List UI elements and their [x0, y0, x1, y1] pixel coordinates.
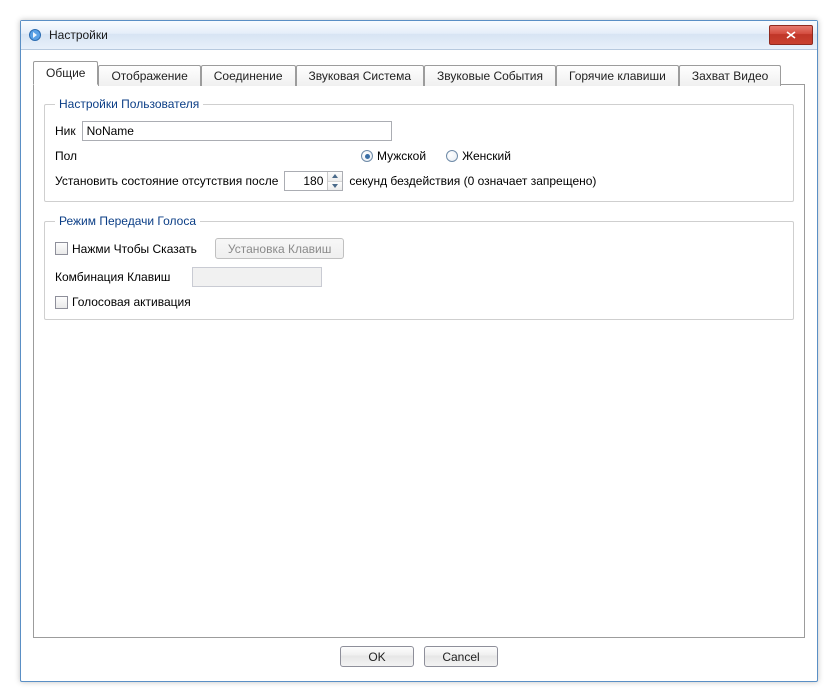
- tab-connection[interactable]: Соединение: [201, 65, 296, 86]
- tab-sound-system[interactable]: Звуковая Система: [296, 65, 425, 86]
- window-title: Настройки: [49, 28, 769, 42]
- checkbox-indicator-icon: [55, 296, 68, 309]
- nick-input[interactable]: [82, 121, 392, 141]
- app-icon: [27, 27, 43, 43]
- group-title: Настройки Пользователя: [55, 97, 203, 111]
- tab-label: Звуковая Система: [309, 69, 412, 83]
- gender-female-radio[interactable]: Женский: [446, 149, 511, 163]
- close-button[interactable]: [769, 25, 813, 45]
- tab-label: Соединение: [214, 69, 283, 83]
- key-combo-display: [192, 267, 322, 287]
- client-area: Общие Отображение Соединение Звуковая Си…: [21, 50, 817, 681]
- tab-label: Горячие клавиши: [569, 69, 666, 83]
- tab-label: Общие: [46, 66, 85, 80]
- cancel-button[interactable]: Cancel: [424, 646, 498, 667]
- checkbox-label: Нажми Чтобы Сказать: [72, 242, 197, 256]
- tab-general[interactable]: Общие: [33, 61, 98, 85]
- checkbox-label: Голосовая активация: [72, 295, 191, 309]
- dialog-footer: OK Cancel: [33, 638, 805, 671]
- tab-label: Отображение: [111, 69, 187, 83]
- tab-sound-events[interactable]: Звуковые События: [424, 65, 556, 86]
- nick-label: Ник: [55, 124, 76, 138]
- tabstrip: Общие Отображение Соединение Звуковая Си…: [33, 60, 805, 84]
- radio-label: Мужской: [377, 149, 426, 163]
- tab-label: Звуковые События: [437, 69, 543, 83]
- voice-activation-checkbox[interactable]: Голосовая активация: [55, 295, 191, 309]
- group-user-settings: Настройки Пользователя Ник Пол Мужской Ж…: [44, 97, 794, 202]
- away-seconds-spinner[interactable]: [284, 171, 343, 191]
- checkbox-indicator-icon: [55, 242, 68, 255]
- away-seconds-input[interactable]: [285, 172, 327, 190]
- radio-indicator-icon: [446, 150, 458, 162]
- titlebar: Настройки: [21, 21, 817, 50]
- tab-page-general: Настройки Пользователя Ник Пол Мужской Ж…: [33, 84, 805, 638]
- setup-keys-button[interactable]: Установка Клавиш: [215, 238, 344, 259]
- group-title: Режим Передачи Голоса: [55, 214, 200, 228]
- tab-video-capture[interactable]: Захват Видео: [679, 65, 781, 86]
- away-suffix-label: секунд бездействия (0 означает запрещено…: [349, 174, 596, 188]
- key-combo-label: Комбинация Клавиш: [55, 270, 170, 284]
- spin-up-button[interactable]: [328, 172, 342, 182]
- tab-label: Захват Видео: [692, 69, 768, 83]
- spinner-buttons: [327, 172, 342, 190]
- tab-hotkeys[interactable]: Горячие клавиши: [556, 65, 679, 86]
- tab-display[interactable]: Отображение: [98, 65, 200, 86]
- settings-window: Настройки Общие Отображение Соединение З…: [20, 20, 818, 682]
- ok-button[interactable]: OK: [340, 646, 414, 667]
- radio-label: Женский: [462, 149, 511, 163]
- away-prefix-label: Установить состояние отсутствия после: [55, 174, 278, 188]
- group-voice-transmission: Режим Передачи Голоса Нажми Чтобы Сказат…: [44, 214, 794, 320]
- spin-down-button[interactable]: [328, 182, 342, 191]
- gender-label: Пол: [55, 149, 355, 163]
- ptt-checkbox[interactable]: Нажми Чтобы Сказать: [55, 242, 197, 256]
- radio-indicator-icon: [361, 150, 373, 162]
- gender-male-radio[interactable]: Мужской: [361, 149, 426, 163]
